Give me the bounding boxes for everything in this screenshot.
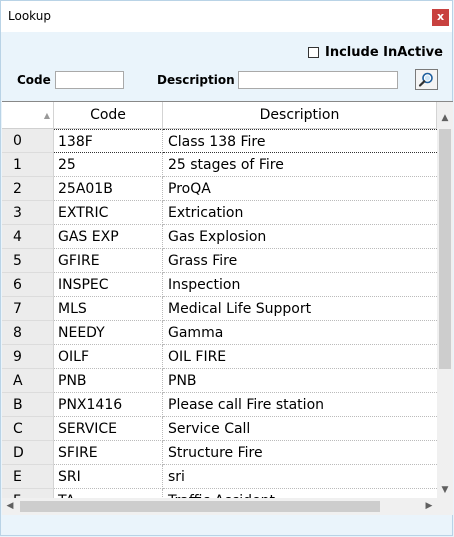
code-cell: NEEDY bbox=[54, 321, 163, 345]
scrollbar-corner bbox=[437, 498, 453, 515]
description-cell: ProQA bbox=[163, 177, 437, 201]
row-index-cell: B bbox=[2, 393, 54, 417]
code-cell: INSPEC bbox=[54, 273, 163, 297]
description-cell: Grass Fire bbox=[163, 249, 437, 273]
row-index-cell: 2 bbox=[2, 177, 54, 201]
row-header-column[interactable]: ▲ bbox=[2, 102, 54, 129]
row-index-cell: 1 bbox=[2, 153, 54, 177]
table-row[interactable]: B PNX1416 Please call Fire station bbox=[2, 393, 437, 417]
code-cell: EXTRIC bbox=[54, 201, 163, 225]
table-row[interactable]: D SFIRE Structure Fire bbox=[2, 441, 437, 465]
scroll-left-arrow-icon[interactable]: ◀ bbox=[2, 498, 18, 515]
description-cell: Medical Life Support bbox=[163, 297, 437, 321]
code-input[interactable] bbox=[55, 71, 124, 89]
description-cell: Extrication bbox=[163, 201, 437, 225]
horizontal-scrollbar[interactable]: ◀ ▶ bbox=[2, 498, 437, 515]
code-cell: PNX1416 bbox=[54, 393, 163, 417]
search-button[interactable] bbox=[415, 69, 438, 90]
description-cell: Service Call bbox=[163, 417, 437, 441]
description-cell: sri bbox=[163, 465, 437, 489]
description-input[interactable] bbox=[238, 71, 398, 89]
row-index-cell: 3 bbox=[2, 201, 54, 225]
description-cell: Structure Fire bbox=[163, 441, 437, 465]
include-inactive-label: Include InActive bbox=[325, 45, 443, 60]
description-cell: Gamma bbox=[163, 321, 437, 345]
code-cell: SFIRE bbox=[54, 441, 163, 465]
row-index-cell: E bbox=[2, 465, 54, 489]
row-index-cell: 8 bbox=[2, 321, 54, 345]
sort-indicator-icon: ▲ bbox=[43, 111, 50, 120]
description-column-header[interactable]: Description bbox=[163, 102, 437, 129]
table-row[interactable]: 6 INSPEC Inspection bbox=[2, 273, 437, 297]
code-cell: MLS bbox=[54, 297, 163, 321]
row-index-cell: 6 bbox=[2, 273, 54, 297]
horizontal-scroll-thumb[interactable] bbox=[20, 501, 380, 512]
vertical-scroll-thumb[interactable] bbox=[439, 129, 451, 369]
code-cell: GFIRE bbox=[54, 249, 163, 273]
scroll-down-arrow-icon[interactable]: ▼ bbox=[437, 482, 453, 498]
search-icon bbox=[418, 72, 433, 87]
table-row[interactable]: 8 NEEDY Gamma bbox=[2, 321, 437, 345]
lookup-window: Lookup x Include InActive Code Descripti… bbox=[0, 0, 453, 536]
table-row[interactable]: 2 25A01B ProQA bbox=[2, 177, 437, 201]
vertical-scrollbar[interactable]: ▲ ▼ bbox=[437, 102, 453, 498]
include-inactive-toggle[interactable]: Include InActive bbox=[308, 45, 443, 60]
description-cell: PNB bbox=[163, 369, 437, 393]
code-cell: SERVICE bbox=[54, 417, 163, 441]
title-bar: Lookup x bbox=[1, 1, 452, 32]
scroll-up-arrow-icon[interactable]: ▲ bbox=[437, 110, 453, 126]
table-row[interactable]: 9 OILF OIL FIRE bbox=[2, 345, 437, 369]
description-cell: Inspection bbox=[163, 273, 437, 297]
description-label: Description bbox=[157, 73, 235, 87]
description-cell: Please call Fire station bbox=[163, 393, 437, 417]
description-cell: Class 138 Fire bbox=[163, 129, 437, 153]
code-cell: PNB bbox=[54, 369, 163, 393]
row-index-cell: 0 bbox=[2, 129, 54, 153]
code-cell: 138F bbox=[54, 129, 163, 153]
row-index-cell: 7 bbox=[2, 297, 54, 321]
code-cell: OILF bbox=[54, 345, 163, 369]
code-cell: 25 bbox=[54, 153, 163, 177]
description-cell: Gas Explosion bbox=[163, 225, 437, 249]
table-row[interactable]: 1 25 25 stages of Fire bbox=[2, 153, 437, 177]
code-cell: 25A01B bbox=[54, 177, 163, 201]
table-row[interactable]: E SRI sri bbox=[2, 465, 437, 489]
description-cell: OIL FIRE bbox=[163, 345, 437, 369]
code-label: Code bbox=[17, 73, 51, 87]
row-index-cell: D bbox=[2, 441, 54, 465]
table-row[interactable]: 4 GAS EXP Gas Explosion bbox=[2, 225, 437, 249]
scroll-right-arrow-icon[interactable]: ▶ bbox=[421, 498, 437, 515]
table-row[interactable]: 7 MLS Medical Life Support bbox=[2, 297, 437, 321]
description-cell: 25 stages of Fire bbox=[163, 153, 437, 177]
window-title: Lookup bbox=[8, 9, 51, 23]
row-index-cell: A bbox=[2, 369, 54, 393]
table-row[interactable]: C SERVICE Service Call bbox=[2, 417, 437, 441]
lookup-grid: ▲ Code Description 0 138F Class 138 Fire 1 2… bbox=[2, 101, 453, 515]
table-row[interactable]: 3 EXTRIC Extrication bbox=[2, 201, 437, 225]
row-index-cell: 9 bbox=[2, 345, 54, 369]
row-index-cell: 5 bbox=[2, 249, 54, 273]
checkbox-icon[interactable] bbox=[308, 47, 319, 58]
table-row[interactable]: 5 GFIRE Grass Fire bbox=[2, 249, 437, 273]
code-cell: SRI bbox=[54, 465, 163, 489]
table-row[interactable]: 0 138F Class 138 Fire bbox=[2, 129, 437, 153]
code-column-header[interactable]: Code bbox=[54, 102, 163, 129]
row-index-cell: C bbox=[2, 417, 54, 441]
table-row[interactable]: A PNB PNB bbox=[2, 369, 437, 393]
close-button[interactable]: x bbox=[432, 9, 449, 26]
row-index-cell: 4 bbox=[2, 225, 54, 249]
code-cell: GAS EXP bbox=[54, 225, 163, 249]
